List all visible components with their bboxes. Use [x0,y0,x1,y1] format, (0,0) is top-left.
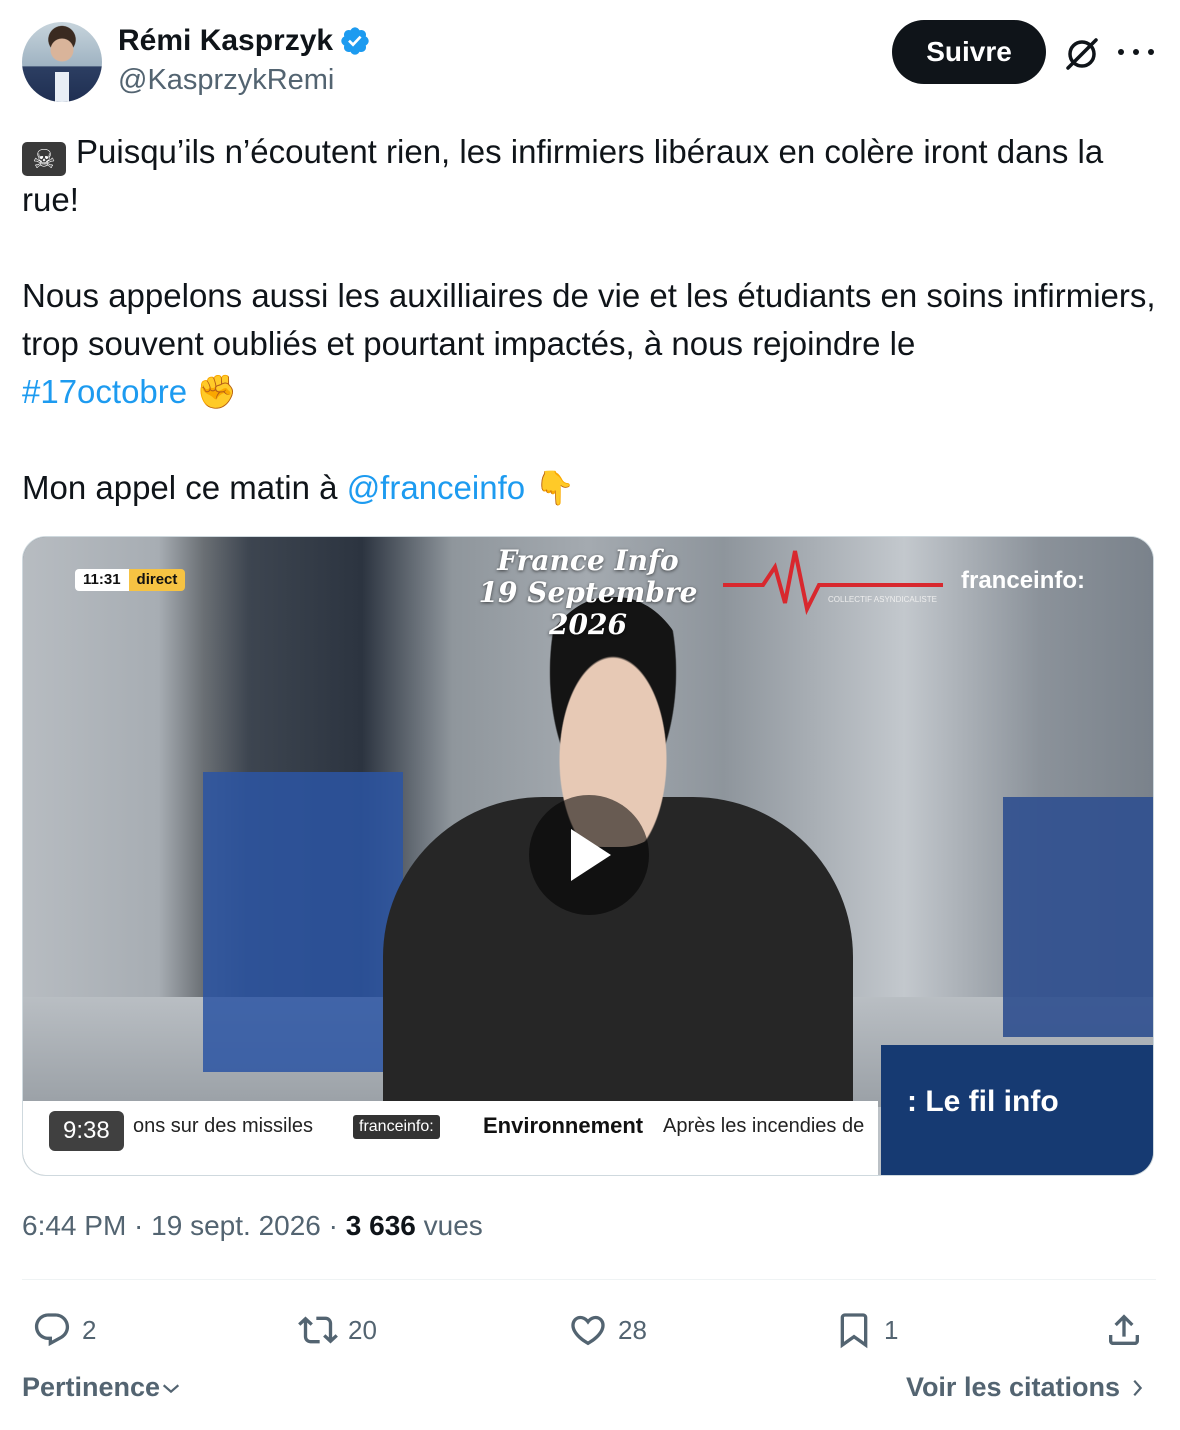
action-bar: 2 20 28 1 [22,1302,1158,1358]
reply-count: 2 [82,1314,97,1345]
tweet-line-2: Nous appelons aussi les auxilliaires de … [22,277,1156,410]
fil-info-banner: : Le fil info [881,1045,1153,1175]
pointing-down-emoji-icon: 👇 [534,469,576,506]
chevron-down-icon [163,1383,180,1393]
play-icon [571,829,611,881]
tweet-line-3: Mon appel ce matin à @franceinfo 👇 [22,469,576,506]
mention-link[interactable]: @franceinfo [347,469,525,506]
tweet-line-1: ☠ Puisqu’ils n’écoutent rien, les infirmi… [22,133,1104,218]
ticker-logo: franceinfo: [353,1115,440,1139]
grok-icon[interactable] [1062,34,1102,74]
bookmark-count: 1 [884,1314,899,1345]
avatar[interactable] [22,22,102,102]
like-count: 28 [618,1314,647,1345]
video-player[interactable]: 11:31 direct France Info 19 Septembre 20… [22,536,1154,1176]
video-duration: 9:38 [49,1111,124,1151]
play-button[interactable] [529,795,649,915]
views-label: vues [423,1210,483,1241]
replies-footer: Pertinence Voir les citations [22,1372,1158,1416]
author-name[interactable]: Rémi Kasprzyk [118,24,333,58]
like-button[interactable]: 28 [568,1302,647,1358]
fist-emoji-icon: ✊ [196,373,238,410]
tweet-date[interactable]: 19 sept. 2026 [151,1210,321,1241]
reply-button[interactable]: 2 [32,1302,96,1358]
share-icon [1109,1314,1139,1345]
follow-button[interactable]: Suivre [892,20,1046,84]
skull-emoji-icon: ☠ [22,142,66,176]
repost-icon [298,1316,338,1344]
ecg-logo-icon [723,550,943,615]
view-quotes-link[interactable]: Voir les citations [906,1372,1148,1403]
more-icon[interactable] [1118,34,1154,70]
bookmark-icon [840,1313,868,1349]
live-clock-badge: 11:31 direct [75,569,186,591]
author-name-row: Rémi Kasprzyk [118,24,371,58]
verified-badge-icon[interactable] [339,25,371,57]
news-ticker: ons sur des missiles franceinfo: Environ… [23,1101,878,1175]
chevron-right-icon [1133,1379,1143,1396]
bookmark-button[interactable]: 1 [834,1302,898,1358]
tweet-text: ☠ Puisqu’ils n’écoutent rien, les infirmi… [22,128,1158,512]
sort-dropdown[interactable]: Pertinence [22,1372,182,1403]
hashtag-link[interactable]: #17octobre [22,373,187,410]
tweet-header: Rémi Kasprzyk @KasprzykRemi Suivre [22,20,1158,102]
reply-icon [34,1313,70,1347]
divider [22,1279,1156,1280]
video-overlay-title: France Info 19 Septembre 2026 [478,544,698,641]
tweet-meta: 6:44 PM · 19 sept. 2026 · 3 636 vues [22,1210,483,1241]
repost-button[interactable]: 20 [298,1302,377,1358]
author-handle[interactable]: @KasprzykRemi [118,64,334,97]
repost-count: 20 [348,1314,377,1345]
heart-icon [571,1315,605,1346]
views-count: 3 636 [345,1210,416,1241]
share-button[interactable] [1104,1302,1144,1358]
tweet-time[interactable]: 6:44 PM [22,1210,126,1241]
ecg-caption: COLLECTIF ASYNDICALISTE [828,595,937,604]
channel-logo: franceinfo: [961,567,1086,594]
